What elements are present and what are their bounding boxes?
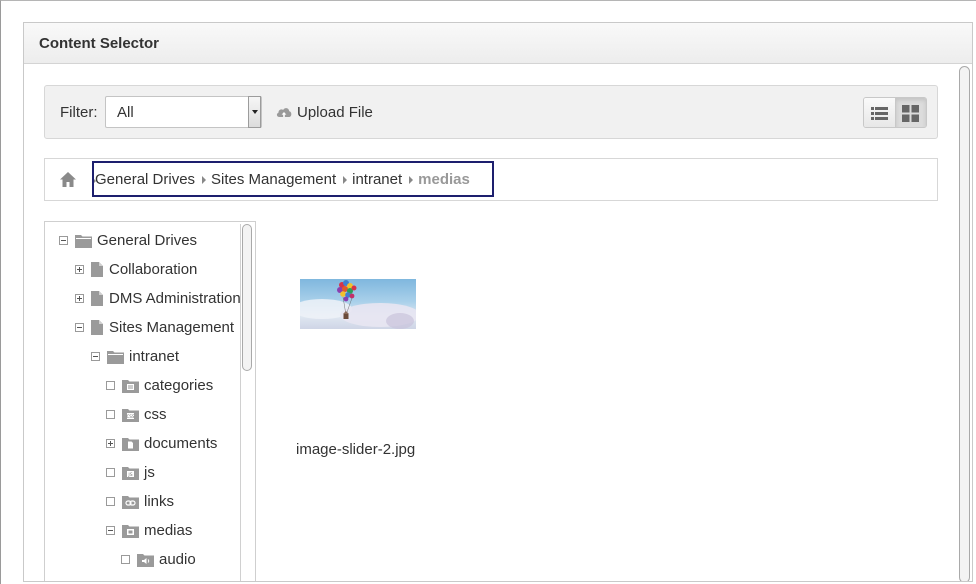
tree-node-js[interactable]: JS js <box>106 461 155 483</box>
home-icon[interactable] <box>59 170 77 188</box>
collapse-toggle[interactable] <box>59 235 68 245</box>
tree-node-intranet[interactable]: intranet <box>91 345 179 367</box>
folder-open-icon <box>75 234 92 248</box>
svg-text:JS: JS <box>127 472 132 478</box>
tree-node-documents[interactable]: documents <box>106 432 217 454</box>
tree-scrollbar-thumb[interactable] <box>242 224 252 371</box>
toolbar: Filter: All Upload File <box>44 85 938 139</box>
leaf-toggle[interactable] <box>121 554 130 564</box>
list-view-icon <box>870 107 888 120</box>
upload-file-label: Upload File <box>297 103 373 121</box>
breadcrumb-separator <box>343 176 348 184</box>
filter-select[interactable]: All <box>105 96 262 128</box>
svg-text:CSS: CSS <box>127 414 135 419</box>
tree-node-label: categories <box>144 376 214 394</box>
dialog-scrollbar-thumb[interactable] <box>959 66 970 581</box>
medias-folder-icon <box>122 524 139 538</box>
js-folder-icon: JS <box>122 466 139 480</box>
document-icon <box>91 290 103 306</box>
tree-node-links[interactable]: links <box>106 490 174 512</box>
chevron-down-icon[interactable] <box>248 96 261 128</box>
folder-open-icon <box>107 350 124 364</box>
tree-scrollbar[interactable] <box>240 224 252 581</box>
content-selector-dialog: Content Selector Filter: All Upload File <box>23 22 973 582</box>
leaf-toggle[interactable] <box>106 409 115 419</box>
view-toggle-group <box>863 97 927 128</box>
leaf-toggle[interactable] <box>106 496 115 506</box>
expand-toggle[interactable] <box>75 293 84 303</box>
folder-tree: General Drives Collaboration DMS Adminis… <box>44 221 256 581</box>
breadcrumb-separator <box>202 176 207 184</box>
tree-node-label: intranet <box>129 347 180 365</box>
expand-toggle[interactable] <box>106 438 115 448</box>
filter-label: Filter: <box>60 104 98 121</box>
breadcrumb-separator <box>409 176 414 184</box>
tree-node-label: Collaboration <box>109 260 198 278</box>
balloon-image <box>300 280 416 329</box>
tree-node-audio[interactable]: audio <box>121 548 196 570</box>
expand-toggle[interactable] <box>75 264 84 274</box>
audio-folder-icon <box>137 553 154 567</box>
tree-node-general-drives[interactable]: General Drives <box>59 229 197 251</box>
categories-folder-icon <box>122 379 139 393</box>
tree-node-label: Sites Management <box>109 318 235 336</box>
tree-node-label: links <box>144 492 175 510</box>
tree-node-label: audio <box>159 550 196 568</box>
grid-view-button[interactable] <box>894 98 926 127</box>
dialog-header: Content Selector <box>24 23 972 64</box>
breadcrumb-path: General Drives Sites Management intranet… <box>92 161 494 197</box>
leaf-toggle[interactable] <box>106 467 115 477</box>
dialog-title: Content Selector <box>39 35 160 52</box>
breadcrumb-item-general-drives[interactable]: General Drives <box>95 171 195 188</box>
breadcrumb-item-intranet[interactable]: intranet <box>352 171 402 188</box>
breadcrumb-item-sites-management[interactable]: Sites Management <box>211 171 336 188</box>
documents-folder-icon <box>122 437 139 451</box>
collapse-toggle[interactable] <box>91 351 100 361</box>
links-folder-icon <box>122 495 139 509</box>
file-grid: image-slider-2.jpg <box>274 221 934 581</box>
tree-scrollbar-track <box>240 224 241 581</box>
document-icon <box>91 261 103 277</box>
tree-node-css[interactable]: CSS css <box>106 403 167 425</box>
css-folder-icon: CSS <box>122 408 139 422</box>
tree-node-label: medias <box>144 521 193 539</box>
document-icon <box>91 319 103 335</box>
tree-node-label: General Drives <box>97 231 198 249</box>
tree-node-categories[interactable]: categories <box>106 374 213 396</box>
tree-node-label: js <box>144 463 155 481</box>
collapse-toggle[interactable] <box>106 525 115 535</box>
tree-node-label: documents <box>144 434 218 452</box>
tree-node-medias[interactable]: medias <box>106 519 192 541</box>
tree-node-sites-management[interactable]: Sites Management <box>75 316 234 338</box>
balloon-thumbnail[interactable] <box>300 279 416 329</box>
tree-node-collaboration[interactable]: Collaboration <box>75 258 197 280</box>
file-item[interactable]: image-slider-2.jpg <box>296 279 416 458</box>
cloud-upload-icon <box>276 108 292 117</box>
collapse-toggle[interactable] <box>75 322 84 332</box>
tree-node-label: DMS Administration <box>109 289 241 307</box>
grid-view-icon <box>902 105 920 122</box>
leaf-toggle[interactable] <box>106 380 115 390</box>
tree-node-label: css <box>144 405 167 423</box>
upload-file-button[interactable]: Upload File <box>275 101 373 123</box>
filter-select-value: All <box>117 104 134 121</box>
dialog-scrollbar[interactable] <box>959 66 970 581</box>
tree-node-dms-administration[interactable]: DMS Administration <box>75 287 241 309</box>
file-name: image-slider-2.jpg <box>296 441 416 458</box>
breadcrumb-item-medias: medias <box>418 170 470 188</box>
breadcrumb: General Drives Sites Management intranet… <box>44 158 938 201</box>
list-view-button[interactable] <box>864 98 895 127</box>
